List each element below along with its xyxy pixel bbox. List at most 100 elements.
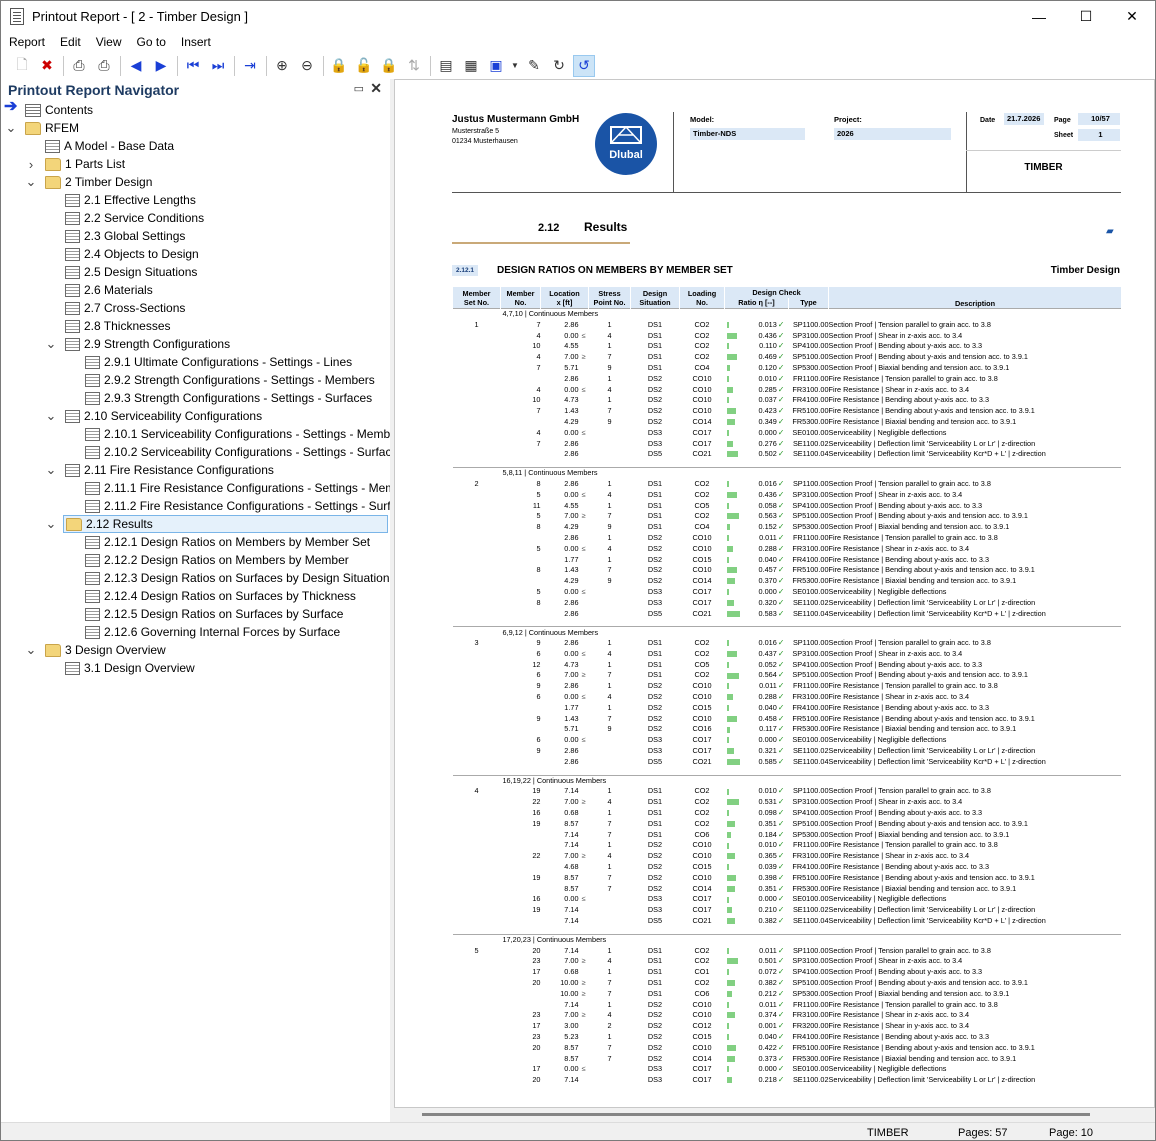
tree-item[interactable]: 2.9.2 Strength Configurations - Settings… [85,371,375,389]
minimize-button[interactable]: — [1016,1,1062,32]
scrollbar-thumb[interactable] [422,1113,1090,1116]
template-dropdown-icon[interactable]: ▼ [510,55,520,77]
previous-page-icon[interactable]: ◀ [125,55,147,77]
tree-expander-icon[interactable]: › [25,157,37,172]
tree-item[interactable]: 2.5 Design Situations [65,263,197,281]
last-page-icon[interactable]: ⏭ [207,55,229,77]
cell-stress-point: 7 [607,829,612,839]
tree-item[interactable]: 2.2 Service Conditions [65,209,204,227]
maximize-button[interactable]: ☐ [1063,1,1109,32]
zoom-in-icon[interactable]: ⊕ [271,55,293,77]
check-ok-icon: ✓ [777,659,785,669]
tree-item[interactable]: 2.9 Strength Configurations [65,335,230,353]
cell-stress-point: 7 [607,978,612,987]
cell-location: 8.57 [541,1053,589,1064]
print-icon[interactable]: ⎙ [68,55,90,77]
tree-item[interactable]: 2.11 Fire Resistance Configurations [65,461,274,479]
cell-design-situation: DS5 [647,916,663,926]
tree-item[interactable]: 2.12.5 Design Ratios on Surfaces by Surf… [85,605,343,623]
tree-item[interactable]: 1 Parts List [45,155,125,173]
navigator-close-icon[interactable]: ✕ [370,80,382,97]
tree-item[interactable]: 2.9.1 Ultimate Configurations - Settings… [85,353,352,371]
table-row: 10 4.55 1 DS1 CO2 0.110✓ SP4100.00 Section Proo… [453,341,1122,352]
cell-location: 2.86 [541,449,589,460]
menu-edit[interactable]: Edit [52,35,88,49]
tree-item[interactable]: 2.1 Effective Lengths [65,191,196,209]
tree-item[interactable]: 2.12.3 Design Ratios on Surfaces by Desi… [85,569,390,587]
menu-report[interactable]: Report [1,35,52,49]
cell-loading: CO2 [694,511,710,521]
cell-stress-point: 4 [607,543,612,553]
location-extreme-sign: ≤ [581,330,586,340]
tree-item[interactable]: 2.10 Serviceability Configurations [65,407,262,425]
lock-icon[interactable]: 🔒 [328,55,350,77]
auto-refresh-icon[interactable]: ↺ [573,54,595,77]
tree-item[interactable]: 2.12.2 Design Ratios on Members by Membe… [85,551,349,569]
tree-item[interactable]: A Model - Base Data [45,137,174,155]
menu-go-to[interactable]: Go to [129,35,173,49]
cell-set-no [453,872,501,883]
tree-item[interactable]: 2.11.1 Fire Resistance Configurations - … [85,479,419,497]
template-icon[interactable]: ▣ [485,55,507,77]
tree-expander-icon[interactable]: ⌄ [45,408,57,423]
cell-set-no [453,797,501,808]
tree-expander-icon[interactable]: ⌄ [25,174,37,189]
tree-item[interactable]: 3 Design Overview [45,641,166,659]
cell-ratio: 0.001✓ [725,1021,789,1032]
close-button[interactable]: ✕ [1109,1,1155,32]
tree-item[interactable]: Contents [25,101,93,119]
check-ok-icon: ✓ [777,489,785,499]
location-value: 4.73 [564,395,579,405]
arrange-icon[interactable]: ⇅ [403,55,425,77]
cell-member-no: 17 [532,1064,541,1074]
tree-item[interactable]: 2 Timber Design [45,173,152,191]
tree-item[interactable]: 2.12.1 Design Ratios on Members by Membe… [85,533,370,551]
tree-expander-icon[interactable]: ⌄ [45,336,57,351]
tree-item[interactable]: 2.9.3 Strength Configurations - Settings… [85,389,372,407]
tree-expander-icon[interactable]: ⌄ [45,462,57,477]
cell-type: SP5100.00 [792,670,829,680]
first-page-icon[interactable]: ⏮ [182,55,204,77]
tree-item[interactable]: 2.12.4 Design Ratios on Surfaces by Thic… [85,587,356,605]
tree-item[interactable]: 2.3 Global Settings [65,227,185,245]
tree-item[interactable]: 2.12 Results [63,515,388,533]
cell-member-no: 19 [532,786,541,796]
cell-ratio: 0.501✓ [725,956,789,967]
location-extreme-sign: ≥ [581,670,586,680]
page-icon [85,373,100,387]
tree-item[interactable]: RFEM [25,119,79,137]
new-report-icon[interactable]: 🗋 [11,55,33,77]
tree-item[interactable]: 3.1 Design Overview [65,659,195,677]
tree-item[interactable]: 2.10.2 Serviceability Configurations - S… [85,443,404,461]
cell-design-situation: DS1 [647,797,663,807]
edit-icon[interactable]: ✎ [523,55,545,77]
table-row: 20 10.00 ≥7 DS1 CO2 0.382✓ SP5100.00 Section Pr… [453,978,1122,989]
cell-member-no [501,829,541,840]
tree-item[interactable]: 2.6 Materials [65,281,153,299]
next-page-icon[interactable]: ▶ [150,55,172,77]
tree-item[interactable]: 2.8 Thicknesses [65,317,171,335]
unlock-icon[interactable]: 🔓 [353,55,375,77]
tree-item[interactable]: 2.4 Objects to Design [65,245,199,263]
tree-item[interactable]: 2.10.1 Serviceability Configurations - S… [85,425,407,443]
lock-all-icon[interactable]: 🔒 [378,55,400,77]
header-icon[interactable]: ▦ [460,55,482,77]
tree-item[interactable]: 2.7 Cross-Sections [65,299,185,317]
zoom-out-icon[interactable]: ⊖ [296,55,318,77]
page-layout-icon[interactable]: ▤ [435,55,457,77]
menu-view[interactable]: View [88,35,129,49]
horizontal-scrollbar[interactable] [394,1108,1155,1122]
pin-icon[interactable]: ▭ [354,82,364,95]
refresh-icon[interactable]: ↻ [548,55,570,77]
tree-expander-icon[interactable]: ⌄ [5,120,17,135]
tree-expander-icon[interactable]: ⌄ [45,516,57,531]
cell-stress-point: 7 [607,713,612,723]
tree-item[interactable]: 2.11.2 Fire Resistance Configurations - … [85,497,416,515]
tree-item[interactable]: 2.12.6 Governing Internal Forces by Surf… [85,623,340,641]
tree-expander-icon[interactable]: ⌄ [25,642,37,657]
print-settings-icon[interactable]: ⎙ [93,55,115,77]
menu-insert[interactable]: Insert [173,35,218,49]
delete-report-icon[interactable]: ✖ [36,55,58,77]
book-icon[interactable]: ▰ [1106,226,1114,237]
go-to-page-icon[interactable]: ⇥ [239,55,261,77]
